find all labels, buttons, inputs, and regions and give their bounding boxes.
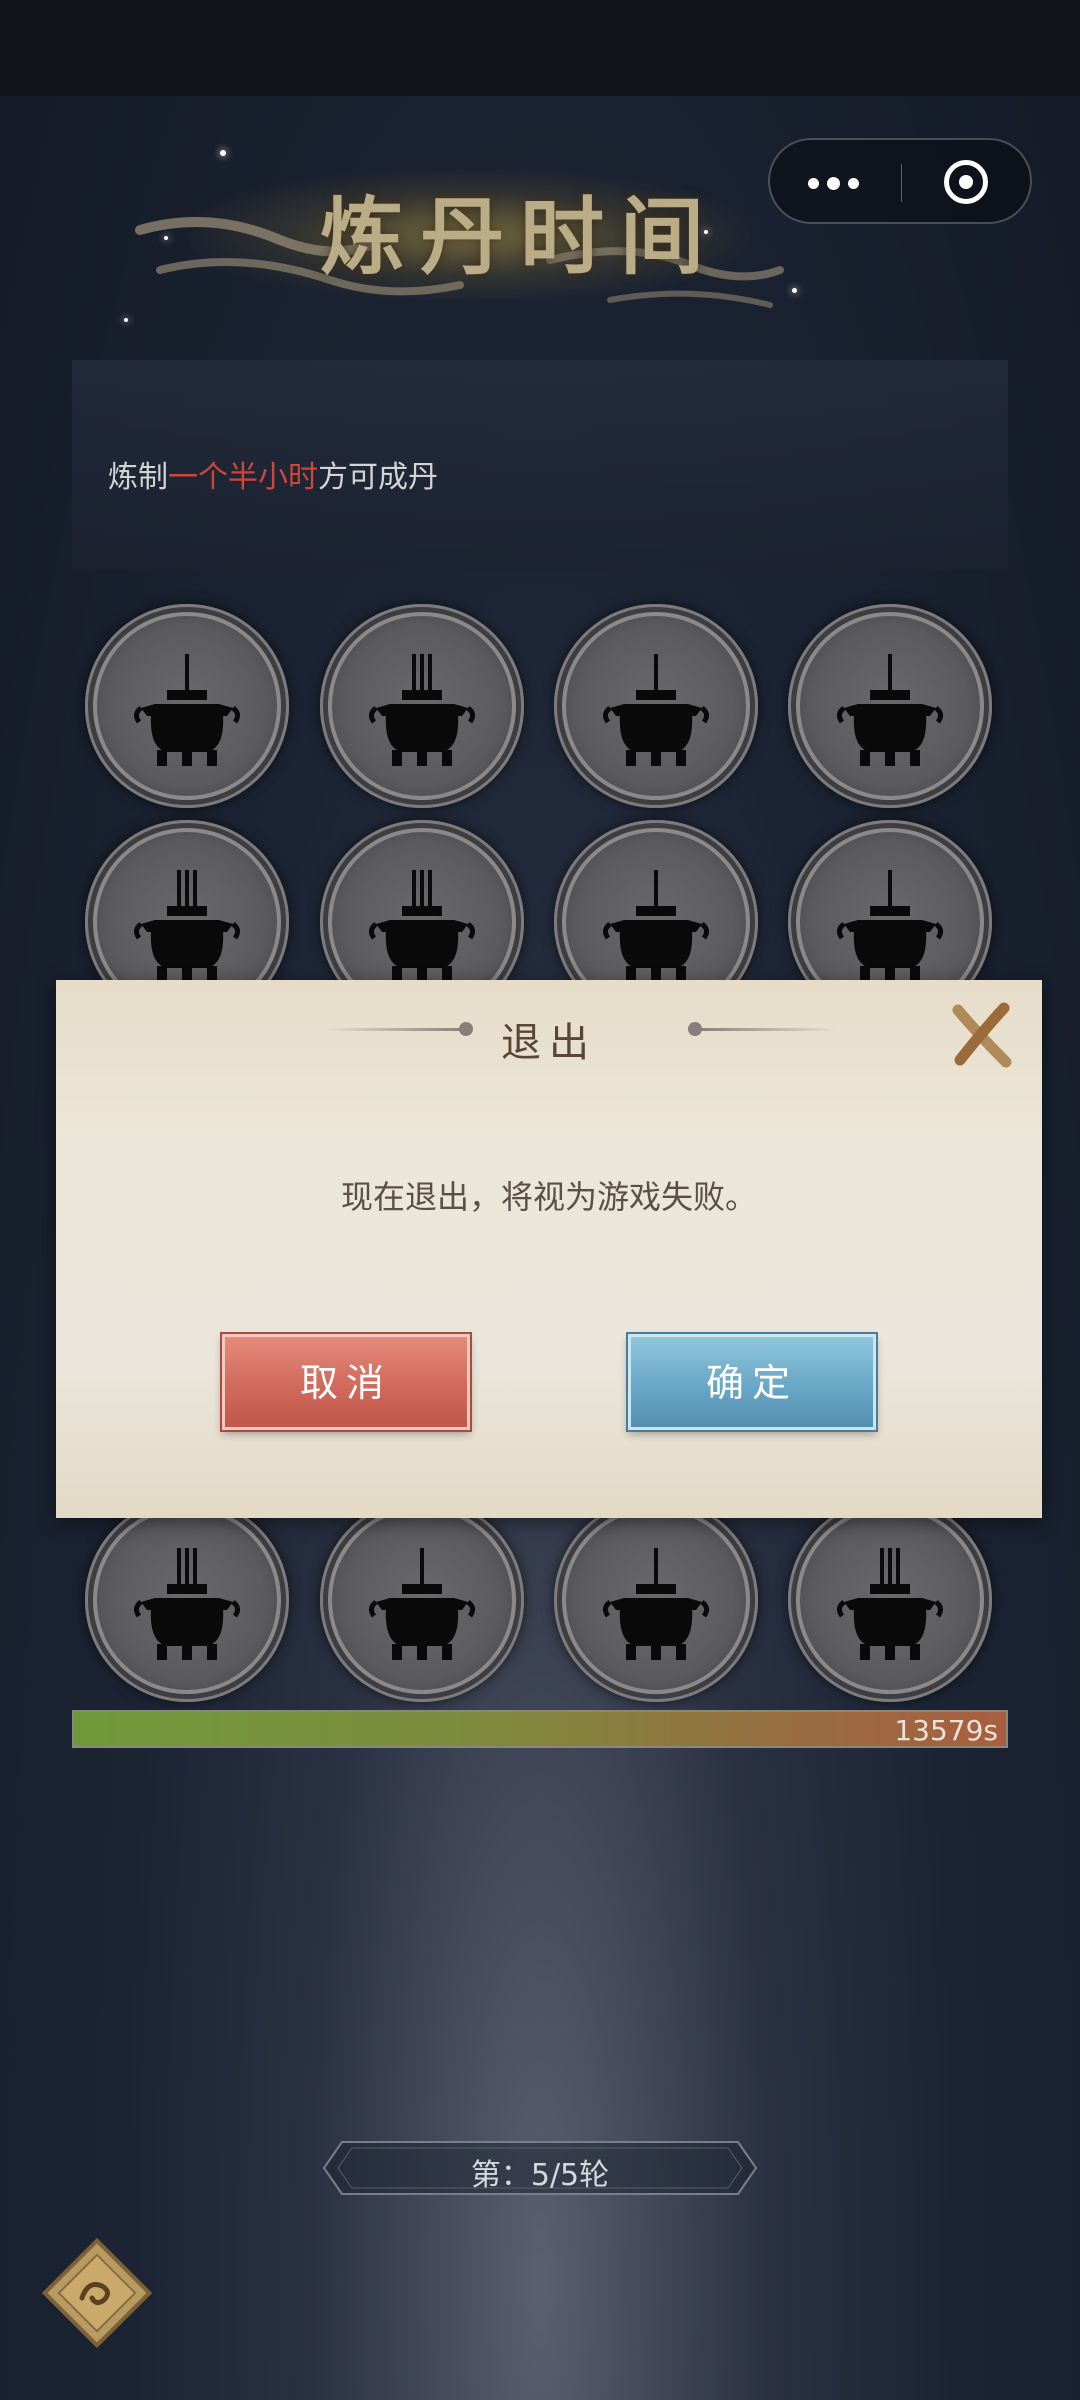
close-x-icon[interactable]: [948, 1000, 1014, 1070]
cauldron-slot[interactable]: [320, 604, 524, 808]
cauldron-icon: [836, 654, 944, 766]
miniapp-capsule: [768, 138, 1032, 224]
progress-text: 13579s: [894, 1714, 998, 1747]
cauldron-icon: [368, 654, 476, 766]
title-banner: 炼丹时间: [130, 130, 790, 330]
info-text: 炼制一个半小时方可成丹: [108, 452, 438, 496]
cauldron-icon: [602, 654, 710, 766]
progress-fill: [74, 1712, 1006, 1746]
cauldron-icon: [836, 870, 944, 982]
cauldron-slot[interactable]: [85, 604, 289, 808]
cauldron-slot[interactable]: [788, 604, 992, 808]
star-sparkle: [220, 150, 226, 156]
star-sparkle: [164, 236, 168, 240]
cauldron-slot[interactable]: [85, 1498, 289, 1702]
round-badge: 第：5/5轮: [322, 2140, 758, 2196]
target-circle-icon[interactable]: [944, 160, 988, 204]
star-sparkle: [792, 288, 797, 293]
star-sparkle: [124, 318, 128, 322]
info-panel: 炼制一个半小时方可成丹: [72, 360, 1008, 570]
cauldron-icon: [368, 870, 476, 982]
progress-bar: 13579s: [72, 1710, 1008, 1748]
capsule-divider: [901, 164, 902, 202]
status-bar: [0, 0, 1080, 96]
round-text: 第：5/5轮: [470, 2158, 610, 2193]
cauldron-slot[interactable]: [788, 1498, 992, 1702]
cauldron-icon: [133, 1548, 241, 1660]
confirm-button[interactable]: 确定: [628, 1334, 876, 1430]
cauldron-slot[interactable]: [320, 1498, 524, 1702]
star-sparkle: [704, 230, 708, 234]
cauldron-icon: [368, 1548, 476, 1660]
diamond-menu-icon[interactable]: [36, 2232, 158, 2354]
cauldron-icon: [602, 1548, 710, 1660]
info-highlight: 一个半小时: [168, 460, 318, 495]
exit-dialog: 退出 现在退出，将视为游戏失败。 取消 确定: [56, 980, 1042, 1518]
cauldron-slot[interactable]: [554, 604, 758, 808]
title-line-right: [696, 1028, 836, 1031]
cauldron-icon: [602, 870, 710, 982]
cancel-button[interactable]: 取消: [222, 1334, 470, 1430]
page-title: 炼丹时间: [320, 187, 721, 286]
cauldron-slot[interactable]: [554, 1498, 758, 1702]
cauldron-icon: [133, 870, 241, 982]
dialog-message: 现在退出，将视为游戏失败。: [340, 1178, 757, 1216]
more-dots-icon[interactable]: [808, 170, 868, 196]
dialog-title: 退出: [501, 1020, 597, 1066]
cauldron-icon: [836, 1548, 944, 1660]
info-prefix: 炼制: [108, 460, 168, 495]
cauldron-icon: [133, 654, 241, 766]
info-suffix: 方可成丹: [318, 460, 438, 495]
